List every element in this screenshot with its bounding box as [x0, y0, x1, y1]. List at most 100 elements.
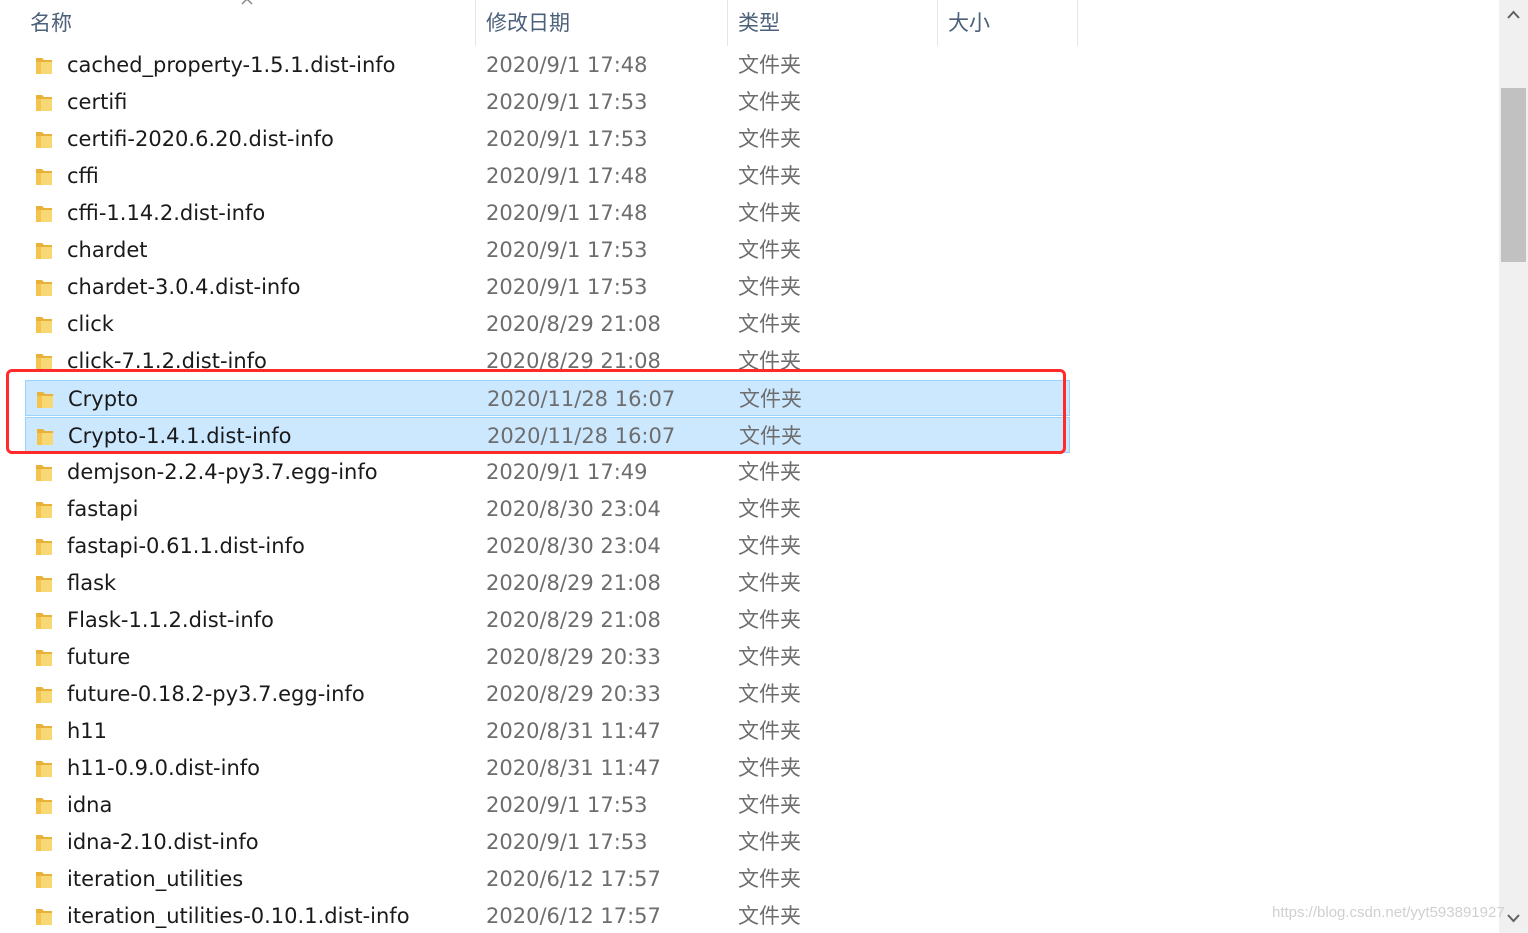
- folder-icon: [35, 647, 53, 667]
- file-row[interactable]: iteration_utilities-0.10.1.dist-info 2020…: [25, 898, 1070, 933]
- file-type: 文件夹: [738, 164, 801, 188]
- file-explorer: 名称 修改日期 类型 大小 cached_property-1.5.1.dist…: [0, 0, 1528, 933]
- file-row[interactable]: cached_property-1.5.1.dist-info 2020/9/1 …: [25, 47, 1070, 83]
- folder-icon: [35, 277, 53, 297]
- file-name: cffi-1.14.2.dist-info: [67, 201, 266, 225]
- folder-icon: [36, 389, 54, 409]
- folder-icon: [35, 166, 53, 186]
- file-row[interactable]: idna-2.10.dist-info 2020/9/1 17:53 文件夹: [25, 824, 1070, 860]
- folder-icon: [35, 573, 53, 593]
- file-modified-date: 2020/11/28 16:07: [487, 424, 676, 448]
- column-header-size[interactable]: 大小: [938, 0, 1078, 46]
- file-name: Flask-1.1.2.dist-info: [67, 608, 274, 632]
- file-row[interactable]: fastapi-0.61.1.dist-info 2020/8/30 23:04 文…: [25, 528, 1070, 564]
- folder-icon: [35, 610, 53, 630]
- column-header-date[interactable]: 修改日期: [476, 0, 728, 46]
- file-row[interactable]: fastapi 2020/8/30 23:04 文件夹: [25, 491, 1070, 527]
- file-modified-date: 2020/9/1 17:48: [486, 53, 648, 77]
- file-modified-date: 2020/8/29 21:08: [486, 312, 661, 336]
- file-type: 文件夹: [738, 275, 801, 299]
- file-row[interactable]: certifi 2020/9/1 17:53 文件夹: [25, 84, 1070, 120]
- file-row[interactable]: click-7.1.2.dist-info 2020/8/29 21:08 文件夹: [25, 343, 1070, 379]
- file-row[interactable]: cffi-1.14.2.dist-info 2020/9/1 17:48 文件夹: [25, 195, 1070, 231]
- file-type: 文件夹: [738, 682, 801, 706]
- column-header-name[interactable]: 名称: [20, 0, 476, 46]
- file-row[interactable]: cffi 2020/9/1 17:48 文件夹: [25, 158, 1070, 194]
- file-type: 文件夹: [738, 201, 801, 225]
- file-name: click: [67, 312, 114, 336]
- file-type: 文件夹: [738, 793, 801, 817]
- folder-icon: [36, 426, 54, 446]
- file-row[interactable]: chardet 2020/9/1 17:53 文件夹: [25, 232, 1070, 268]
- folder-icon: [35, 721, 53, 741]
- file-row[interactable]: iteration_utilities 2020/6/12 17:57 文件夹: [25, 861, 1070, 897]
- column-header-date-label: 修改日期: [486, 11, 570, 35]
- file-modified-date: 2020/8/29 21:08: [486, 608, 661, 632]
- folder-icon: [35, 314, 53, 334]
- folder-icon: [35, 203, 53, 223]
- file-type: 文件夹: [738, 53, 801, 77]
- folder-icon: [35, 351, 53, 371]
- file-row[interactable]: future 2020/8/29 20:33 文件夹: [25, 639, 1070, 675]
- column-header-type[interactable]: 类型: [728, 0, 938, 46]
- file-modified-date: 2020/9/1 17:53: [486, 793, 648, 817]
- vertical-scrollbar[interactable]: [1499, 0, 1528, 933]
- folder-icon: [35, 92, 53, 112]
- file-row[interactable]: Crypto-1.4.1.dist-info 2020/11/28 16:07 文件…: [25, 417, 1070, 453]
- file-modified-date: 2020/11/28 16:07: [487, 387, 676, 411]
- file-modified-date: 2020/8/31 11:47: [486, 719, 661, 743]
- scrollbar-thumb[interactable]: [1501, 88, 1526, 262]
- file-type: 文件夹: [738, 571, 801, 595]
- file-row[interactable]: idna 2020/9/1 17:53 文件夹: [25, 787, 1070, 823]
- file-modified-date: 2020/8/29 20:33: [486, 645, 661, 669]
- file-type: 文件夹: [739, 424, 802, 448]
- file-modified-date: 2020/8/29 21:08: [486, 349, 661, 373]
- file-name: Crypto-1.4.1.dist-info: [68, 424, 292, 448]
- file-name: Crypto: [68, 387, 139, 411]
- file-modified-date: 2020/9/1 17:53: [486, 127, 648, 151]
- file-name: chardet-3.0.4.dist-info: [67, 275, 301, 299]
- file-name: fastapi: [67, 497, 139, 521]
- scroll-up-arrow-icon[interactable]: [1499, 0, 1528, 30]
- file-type: 文件夹: [738, 534, 801, 558]
- column-header-bar: 名称 修改日期 类型 大小: [0, 0, 1078, 46]
- file-modified-date: 2020/8/30 23:04: [486, 534, 661, 558]
- file-type: 文件夹: [738, 645, 801, 669]
- file-modified-date: 2020/9/1 17:53: [486, 275, 648, 299]
- file-row[interactable]: certifi-2020.6.20.dist-info 2020/9/1 17:5…: [25, 121, 1070, 157]
- file-name: flask: [67, 571, 117, 595]
- file-name: iteration_utilities-0.10.1.dist-info: [67, 904, 410, 928]
- file-row[interactable]: h11-0.9.0.dist-info 2020/8/31 11:47 文件夹: [25, 750, 1070, 786]
- file-name: idna-2.10.dist-info: [67, 830, 259, 854]
- file-type: 文件夹: [738, 867, 801, 891]
- file-modified-date: 2020/8/30 23:04: [486, 497, 661, 521]
- file-modified-date: 2020/6/12 17:57: [486, 904, 661, 928]
- file-row[interactable]: Crypto 2020/11/28 16:07 文件夹: [25, 380, 1070, 416]
- file-name: future: [67, 645, 131, 669]
- file-modified-date: 2020/6/12 17:57: [486, 867, 661, 891]
- chevron-up-icon: [240, 0, 254, 6]
- file-row[interactable]: Flask-1.1.2.dist-info 2020/8/29 21:08 文件夹: [25, 602, 1070, 638]
- file-row[interactable]: future-0.18.2-py3.7.egg-info 2020/8/29 20…: [25, 676, 1070, 712]
- file-type: 文件夹: [738, 497, 801, 521]
- folder-icon: [35, 499, 53, 519]
- file-type: 文件夹: [738, 719, 801, 743]
- file-modified-date: 2020/8/31 11:47: [486, 756, 661, 780]
- file-type: 文件夹: [738, 830, 801, 854]
- file-name: cached_property-1.5.1.dist-info: [67, 53, 396, 77]
- folder-icon: [35, 758, 53, 778]
- file-type: 文件夹: [738, 90, 801, 114]
- file-name: demjson-2.2.4-py3.7.egg-info: [67, 460, 378, 484]
- file-row[interactable]: demjson-2.2.4-py3.7.egg-info 2020/9/1 17:…: [25, 454, 1070, 490]
- file-name: idna: [67, 793, 113, 817]
- file-name: click-7.1.2.dist-info: [67, 349, 267, 373]
- file-modified-date: 2020/9/1 17:48: [486, 201, 648, 225]
- folder-icon: [35, 129, 53, 149]
- folder-icon: [35, 832, 53, 852]
- watermark: https://blog.csdn.net/yyt593891927: [1272, 904, 1505, 921]
- file-row[interactable]: flask 2020/8/29 21:08 文件夹: [25, 565, 1070, 601]
- file-modified-date: 2020/9/1 17:53: [486, 830, 648, 854]
- file-row[interactable]: chardet-3.0.4.dist-info 2020/9/1 17:53 文件夹: [25, 269, 1070, 305]
- file-row[interactable]: h11 2020/8/31 11:47 文件夹: [25, 713, 1070, 749]
- file-row[interactable]: click 2020/8/29 21:08 文件夹: [25, 306, 1070, 342]
